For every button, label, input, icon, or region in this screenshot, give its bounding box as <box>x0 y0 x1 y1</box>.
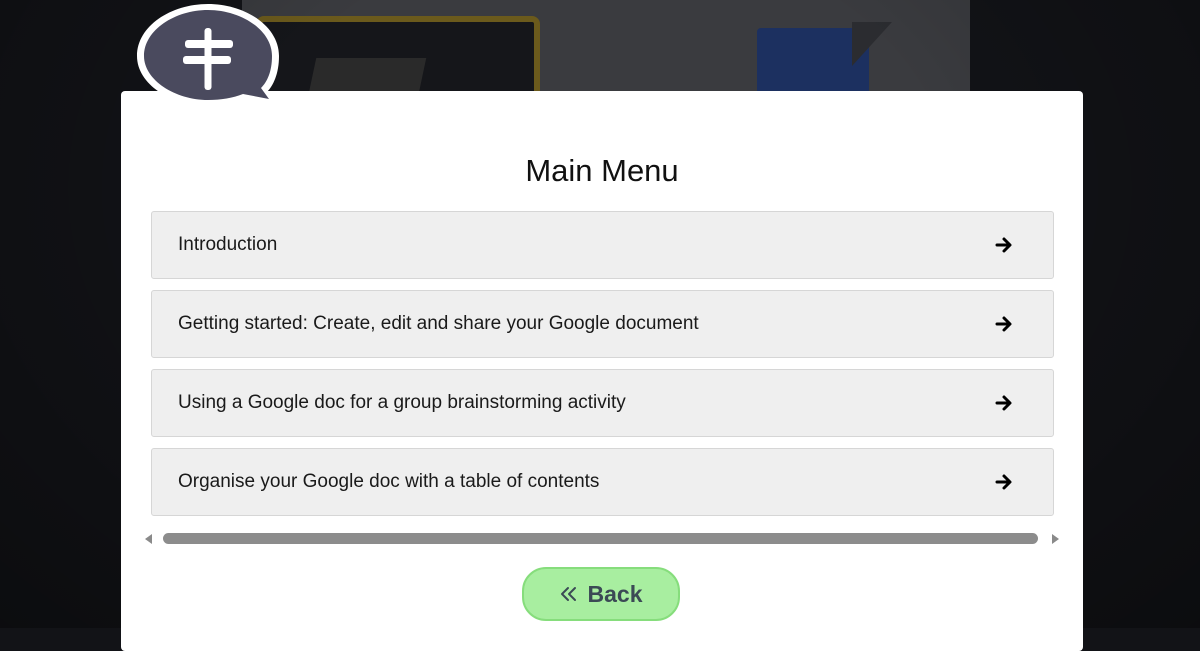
page-title: Main Menu <box>525 153 679 188</box>
arrow-right-icon <box>995 316 1012 332</box>
arrow-right-icon <box>995 395 1012 411</box>
menu-item-getting-started[interactable]: Getting started: Create, edit and share … <box>151 290 1054 358</box>
scrollbar-thumb[interactable] <box>163 533 1038 544</box>
menu-item-label: Organise your Google doc with a table of… <box>178 471 600 492</box>
menu-item-label: Getting started: Create, edit and share … <box>178 313 699 334</box>
double-chevron-left-icon <box>560 587 576 601</box>
scroll-right-arrow-icon[interactable] <box>1052 534 1059 544</box>
menu-item-table-of-contents[interactable]: Organise your Google doc with a table of… <box>151 448 1054 516</box>
arrow-right-icon <box>995 237 1012 253</box>
menu-list: Introduction Getting started: Create, ed… <box>151 211 1054 527</box>
horizontal-scrollbar[interactable] <box>145 531 1059 547</box>
main-menu-panel: Main Menu Introduction Getting started: … <box>121 91 1083 651</box>
scroll-left-arrow-icon[interactable] <box>145 534 152 544</box>
back-button-label: Back <box>587 580 643 607</box>
menu-item-brainstorming[interactable]: Using a Google doc for a group brainstor… <box>151 369 1054 437</box>
arrow-right-icon <box>995 474 1012 490</box>
menu-item-label: Introduction <box>178 234 278 255</box>
menu-item-introduction[interactable]: Introduction <box>151 211 1054 279</box>
signpost-icon <box>137 4 279 106</box>
menu-item-label: Using a Google doc for a group brainstor… <box>178 392 626 413</box>
back-button[interactable]: Back <box>522 567 680 621</box>
